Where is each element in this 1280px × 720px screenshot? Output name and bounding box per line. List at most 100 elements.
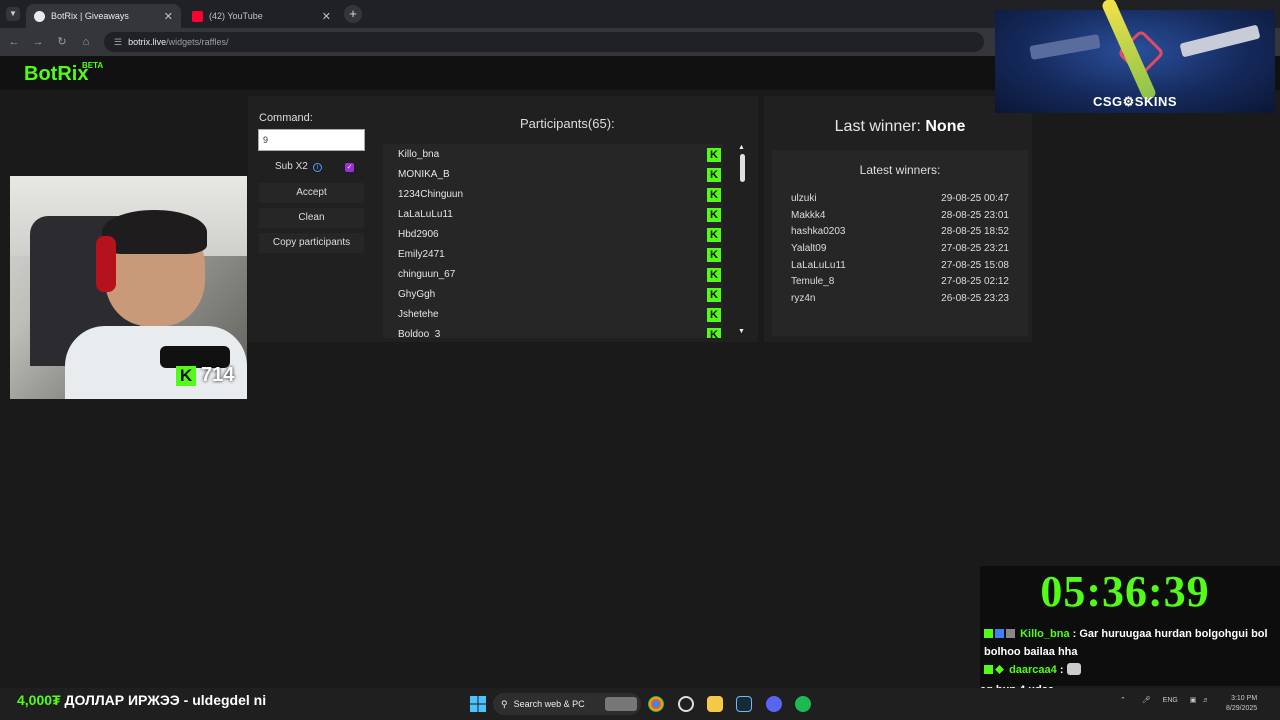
viewer-count: 714 [201,364,235,386]
participant-name: MONIKA_B [398,169,450,180]
obs-icon[interactable] [678,696,694,712]
search-placeholder: Search web & PC [513,699,585,709]
last-winner-label: Last winner: [834,118,921,135]
winner-name: hashka0203 [791,226,846,237]
list-item: Killo_bna K [383,145,723,165]
search-icon: ⚲ [501,698,508,709]
system-tray[interactable]: ⌃ 🎤︎ ENG ▣ ♬ [1120,696,1209,704]
file-explorer-icon[interactable] [707,696,723,712]
home-icon[interactable]: ⌂ [78,34,94,50]
kick-icon: K [707,188,721,202]
participants-list[interactable]: Killo_bna K MONIKA_B K 1234Chinguun K LaLaL… [383,144,723,338]
last-winner-value: None [925,118,966,135]
ticker-text: ДОЛЛАР ИРЖЭЭ - uldegdel ni [60,692,267,708]
scroll-down-arrow-icon[interactable]: ▼ [738,328,745,335]
reload-icon[interactable]: ↻ [54,34,70,50]
language-indicator[interactable]: ENG [1163,697,1178,704]
participant-name: Boldoo_3 [398,329,441,338]
chat-message: Killo_bna : Gar huruugaa hurdan bolgohgu… [984,625,1274,661]
sub-badge-icon [995,665,1004,674]
kick-viewers-icon: K [176,366,196,386]
clean-button[interactable]: Clean [259,208,364,228]
botrix-logo[interactable]: BotRix [24,63,88,86]
close-tab-icon[interactable]: ✕ [322,10,331,23]
windows-start-icon[interactable] [470,696,486,712]
address-bar[interactable]: ☰ botrix.live/widgets/raffles/ [104,32,984,52]
volume-icon[interactable]: ♬ [1202,697,1209,704]
ticker-amount: 4,000₮ [17,692,61,708]
back-arrow-icon[interactable]: ← [6,34,22,50]
emote-icon [1066,663,1081,675]
forward-arrow-icon[interactable]: → [30,34,46,50]
kick-icon: K [707,328,721,338]
winner-name: Makkk4 [791,210,826,221]
search-highlight-image [605,697,637,711]
new-tab-button[interactable]: + [344,5,362,23]
participants-title: Participants(65): [520,116,615,131]
participant-name: GhyGgh [398,289,436,300]
network-icon[interactable]: ▣ [1190,697,1197,704]
tab-menu-button[interactable]: ▼ [6,7,20,21]
kick-icon: K [707,168,721,182]
steam-icon[interactable] [736,696,752,712]
list-item: Hbd2906 K [383,225,723,245]
list-item: chinguun_67 K [383,265,723,285]
winner-date: 29-08-25 00:47 [941,193,1009,204]
winner-name: Temule_8 [791,276,835,287]
url-host: botrix.live [128,37,167,47]
donation-ticker: 4,000₮ ДОЛЛАР ИРЖЭЭ - uldegdel ni [17,692,266,708]
kick-icon: K [707,228,721,242]
list-item: 1234Chinguun K [383,185,723,205]
copy-participants-button[interactable]: Copy participants [259,233,364,253]
stream-timer: 05:36:39 [1040,567,1210,616]
site-settings-icon[interactable]: ☰ [114,37,122,48]
tab-botrix-giveaways[interactable]: BotRix | Giveaways ✕ [26,4,181,28]
latest-winners-title: Latest winners: [859,163,941,177]
participant-name: Killo_bna [398,149,440,160]
participant-name: chinguun_67 [398,269,456,280]
list-item: MONIKA_B K [383,165,723,185]
kick-icon: K [707,208,721,222]
chat-username: Killo_bna [1020,628,1070,640]
winner-date: 27-08-25 23:21 [941,243,1009,254]
youtube-favicon [192,10,203,22]
tab-title: (42) YouTube [209,11,263,21]
winner-date: 26-08-25 23:23 [941,293,1009,304]
taskbar-search[interactable]: ⚲ Search web & PC [493,693,641,715]
info-icon[interactable]: i [313,163,322,172]
headset [96,236,116,292]
microphone-icon[interactable]: 🎤︎ [1142,697,1151,704]
close-tab-icon[interactable]: ✕ [164,10,173,23]
participant-name: Hbd2906 [398,229,439,240]
discord-icon[interactable] [766,696,782,712]
streamer-hair [102,210,207,254]
scroll-up-arrow-icon[interactable]: ▲ [738,144,745,151]
winner-name: LaLaLuLu11 [791,260,846,271]
participant-name: LaLaLuLu11 [398,209,453,220]
winner-row: ryz4n 26-08-25 23:23 [791,293,1009,309]
winner-date: 28-08-25 18:52 [941,226,1009,237]
kick-icon: K [707,248,721,262]
spotify-icon[interactable] [795,696,811,712]
winner-date: 27-08-25 02:12 [941,276,1009,287]
kick-icon: K [707,308,721,322]
chat-message: daarcaa4 : [984,663,1081,676]
winner-row: LaLaLuLu11 27-08-25 15:08 [791,260,1009,276]
kick-icon: K [707,288,721,302]
kick-icon: K [707,268,721,282]
list-item: Boldoo_3 K [383,325,723,338]
ad-logo-text: CSG⚙SKINS [1092,94,1178,109]
accept-button[interactable]: Accept [259,183,364,203]
tab-youtube[interactable]: (42) YouTube ✕ [184,4,339,28]
clock-time: 3:10 PM [1231,695,1258,702]
chevron-up-icon[interactable]: ⌃ [1120,697,1126,704]
winner-row: Temule_8 27-08-25 02:12 [791,276,1009,292]
taskbar-clock[interactable]: 3:10 PM 8/29/2025 [1226,694,1257,714]
command-input[interactable] [258,129,365,151]
sub-x2-checkbox[interactable]: ✓ [345,163,354,172]
winner-row: ulzuki 29-08-25 00:47 [791,193,1009,209]
list-item: Jshetehe K [383,305,723,325]
chrome-icon[interactable] [648,696,664,712]
scrollbar-thumb[interactable] [740,154,745,182]
last-winner: Last winner: None [764,118,1036,136]
